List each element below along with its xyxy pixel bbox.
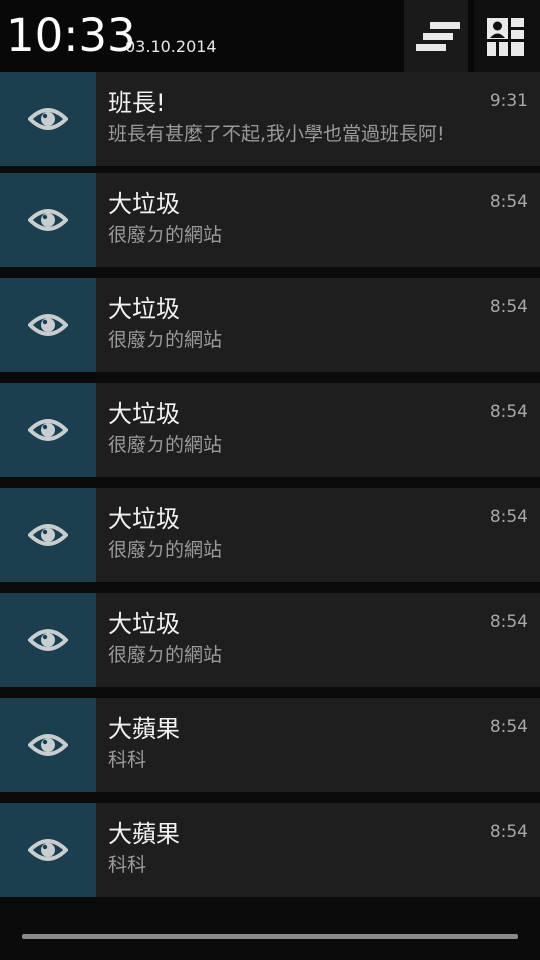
notification-item[interactable]: 大蘋果 科科 8:54: [0, 803, 540, 897]
date: 03.10.2014: [125, 37, 217, 56]
app-icon: [0, 278, 96, 372]
notification-text: 很廢ㄉ的網站: [108, 644, 223, 666]
notification-text: 很廢ㄉ的網站: [108, 224, 223, 246]
notification-title: 班長!: [108, 89, 166, 117]
notification-item[interactable]: 大蘋果 科科 8:54: [0, 698, 540, 792]
eye-icon: [28, 629, 68, 651]
notification-title: 大蘋果: [108, 820, 180, 848]
notification-text: 很廢ㄉ的網站: [108, 329, 223, 351]
app-icon: [0, 383, 96, 477]
app-icon: [0, 72, 96, 166]
notification-item[interactable]: 班長! 班長有甚麼了不起,我小學也當過班長阿! 9:31: [0, 72, 540, 166]
clock: 10:33: [6, 9, 136, 62]
status-header: 10:33 03.10.2014: [0, 0, 540, 72]
notification-time: 9:31: [489, 91, 528, 111]
shade-handle-area[interactable]: [0, 906, 540, 960]
notification-time: 8:54: [489, 402, 528, 422]
notification-item[interactable]: 大垃圾 很廢ㄉ的網站 8:54: [0, 488, 540, 582]
notification-item[interactable]: 大垃圾 很廢ㄉ的網站 8:54: [0, 383, 540, 477]
notification-time: 8:54: [489, 192, 528, 212]
eye-icon: [28, 839, 68, 861]
eye-icon: [28, 734, 68, 756]
app-icon: [0, 488, 96, 582]
app-icon: [0, 698, 96, 792]
notification-title: 大蘋果: [108, 715, 180, 743]
notification-title: 大垃圾: [108, 610, 180, 638]
quick-settings-button[interactable]: [474, 0, 540, 72]
notification-time: 8:54: [489, 717, 528, 737]
notification-shade: 10:33 03.10.2014 班長! 班長有甚麼了不起,我小學也當過班長阿!…: [0, 0, 540, 960]
clear-all-icon: [416, 22, 460, 51]
notification-item[interactable]: 大垃圾 很廢ㄉ的網站 8:54: [0, 593, 540, 687]
eye-icon: [28, 314, 68, 336]
eye-icon: [28, 209, 68, 231]
eye-icon: [28, 108, 68, 130]
notification-text: 很廢ㄉ的網站: [108, 539, 223, 561]
notification-title: 大垃圾: [108, 400, 180, 428]
notification-title: 大垃圾: [108, 505, 180, 533]
notification-text: 很廢ㄉ的網站: [108, 434, 223, 456]
notification-text: 科科: [108, 749, 147, 771]
notification-time: 8:54: [489, 612, 528, 632]
notification-text: 班長有甚麼了不起,我小學也當過班長阿!: [108, 123, 445, 145]
eye-icon: [28, 524, 68, 546]
notification-time: 8:54: [489, 297, 528, 317]
notification-title: 大垃圾: [108, 190, 180, 218]
app-icon: [0, 593, 96, 687]
notification-time: 8:54: [489, 507, 528, 527]
drag-handle[interactable]: [22, 934, 518, 939]
eye-icon: [28, 419, 68, 441]
app-icon: [0, 803, 96, 897]
clear-all-button[interactable]: [404, 0, 468, 72]
quick-settings-icon: [487, 18, 524, 56]
notification-time: 8:54: [489, 822, 528, 842]
notification-item[interactable]: 大垃圾 很廢ㄉ的網站 8:54: [0, 278, 540, 372]
notification-item[interactable]: 大垃圾 很廢ㄉ的網站 8:54: [0, 173, 540, 267]
app-icon: [0, 173, 96, 267]
notification-title: 大垃圾: [108, 295, 180, 323]
notification-text: 科科: [108, 854, 147, 876]
